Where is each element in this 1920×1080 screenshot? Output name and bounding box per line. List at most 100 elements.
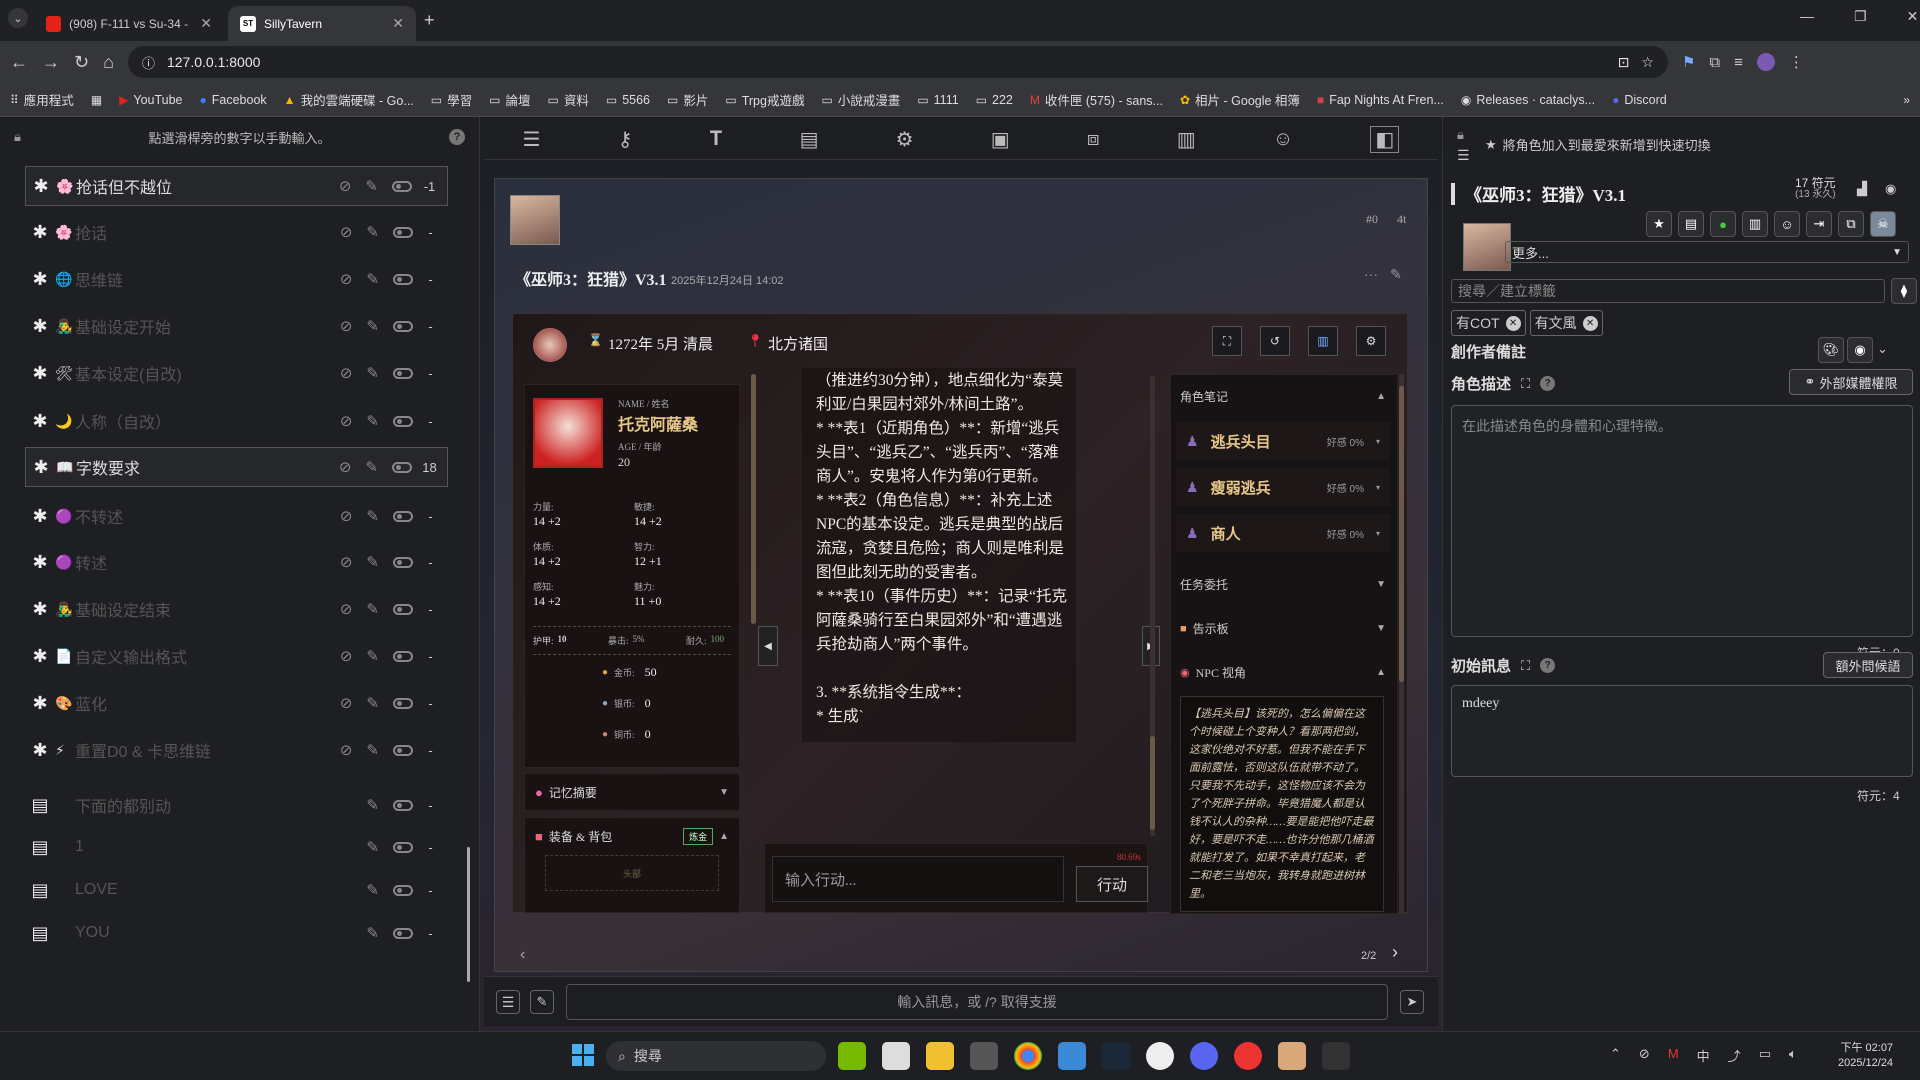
edit-pencil-icon[interactable]: ✎ bbox=[366, 600, 379, 618]
edit-pencil-icon[interactable]: ✎ bbox=[366, 881, 379, 899]
bookmark-grid[interactable]: ▦ bbox=[91, 93, 102, 107]
character-avatar[interactable] bbox=[510, 195, 560, 245]
expand-icon[interactable]: ⛶ bbox=[1521, 658, 1530, 674]
terminal-icon[interactable] bbox=[1322, 1042, 1350, 1070]
message-input[interactable]: 輸入訊息，或 /? 取得支援 bbox=[566, 984, 1388, 1020]
prompt-entry[interactable]: ✱ 🛠 基本设定(自改) ⊘ ✎ - bbox=[25, 353, 448, 393]
edit-pencil-icon[interactable]: ✎ bbox=[366, 223, 379, 241]
start-button[interactable] bbox=[572, 1044, 594, 1066]
edit-pencil-icon[interactable]: ✎ bbox=[365, 177, 378, 195]
scrollbar[interactable] bbox=[751, 374, 756, 624]
volume-icon[interactable]: 🔈︎ bbox=[1789, 1046, 1797, 1065]
prompt-entry[interactable]: ✱ 🎨 蓝化 ⊘ ✎ - bbox=[25, 683, 448, 723]
bookmarks-overflow[interactable]: » bbox=[1903, 93, 1910, 107]
sliders-icon[interactable]: ☰ bbox=[523, 127, 541, 152]
clock[interactable]: 下午 02:07 2025/12/24 bbox=[1838, 1041, 1893, 1071]
id-card-icon[interactable]: ▥ bbox=[1177, 127, 1196, 152]
book-icon[interactable]: ▤ bbox=[800, 127, 819, 152]
openai-icon[interactable] bbox=[1146, 1042, 1174, 1070]
input-mode-icon[interactable]: ⤴ bbox=[1728, 1046, 1741, 1065]
nvidia-icon[interactable] bbox=[838, 1042, 866, 1070]
edit-pencil-icon[interactable]: ✎ bbox=[366, 270, 379, 288]
delete-button[interactable]: ☠ bbox=[1870, 211, 1896, 237]
new-tab-button[interactable]: + bbox=[424, 10, 435, 31]
extensions-icon[interactable]: ⧉ bbox=[1709, 54, 1720, 71]
options-menu-icon[interactable]: ☰ bbox=[496, 990, 520, 1014]
toggle-switch[interactable] bbox=[393, 367, 413, 379]
news-icon[interactable] bbox=[882, 1042, 910, 1070]
bookmark-folder[interactable]: ▭ 學習 bbox=[431, 90, 472, 109]
eye-icon[interactable]: ◉ bbox=[1885, 181, 1896, 197]
help-icon[interactable]: ? bbox=[1540, 376, 1556, 391]
tag-icon[interactable]: ⧫ bbox=[1891, 278, 1917, 304]
tab-youtube[interactable]: (908) F-111 vs Su-34 - Cockpi ✕ bbox=[34, 6, 224, 41]
bookmark-star-icon[interactable]: ☆ bbox=[1641, 54, 1654, 71]
toggle-switch[interactable] bbox=[393, 799, 413, 811]
passport-button[interactable]: ▥ bbox=[1742, 211, 1768, 237]
swipe-left-icon[interactable]: ‹ bbox=[520, 946, 525, 964]
mail-icon[interactable]: M bbox=[1668, 1046, 1679, 1065]
close-icon[interactable]: ✕ bbox=[200, 15, 212, 32]
prompt-entry[interactable]: ✱ 🌸 抢话但不越位 ⊘ ✎ -1 bbox=[25, 166, 448, 206]
palette-icon[interactable]: 🎨︎ bbox=[1818, 337, 1844, 363]
edit-pencil-icon[interactable]: ✎ bbox=[366, 553, 379, 571]
bookmark-discord[interactable]: ● Discord bbox=[1612, 93, 1667, 107]
eye-slash-icon[interactable]: ⊘ bbox=[340, 647, 353, 665]
bookmark-photos[interactable]: ✿ 相片 - Google 相簿 bbox=[1180, 90, 1300, 109]
npc-view-header[interactable]: ◉ NPC 视角 ▲ bbox=[1180, 664, 1386, 681]
first-message-textarea[interactable]: mdeey bbox=[1451, 685, 1913, 777]
send-icon[interactable]: ➤ bbox=[1400, 990, 1424, 1014]
lock-icon[interactable]: 🔒︎ bbox=[14, 129, 21, 145]
eye-slash-icon[interactable]: ⊘ bbox=[340, 553, 353, 571]
entry-depth[interactable]: - bbox=[413, 798, 448, 813]
edit-pencil-icon[interactable]: ✎ bbox=[366, 741, 379, 759]
font-icon[interactable]: 𝐓 bbox=[710, 128, 723, 151]
refresh-button[interactable]: ↺ bbox=[1260, 326, 1290, 356]
scrollbar[interactable] bbox=[467, 847, 470, 982]
eye-slash-icon[interactable]: ⊘ bbox=[339, 177, 352, 195]
s-app-icon[interactable] bbox=[1234, 1042, 1262, 1070]
home-icon[interactable]: ⌂ bbox=[103, 52, 114, 73]
edit-pencil-icon[interactable]: ✎ bbox=[365, 458, 378, 476]
game-icon[interactable] bbox=[1278, 1042, 1306, 1070]
tag-search-input[interactable]: 搜尋／建立標籤 bbox=[1451, 279, 1885, 303]
photos-icon[interactable] bbox=[1058, 1042, 1086, 1070]
tab-sillytavern[interactable]: ST SillyTavern ✕ bbox=[228, 6, 416, 41]
restore-button[interactable]: ❐ bbox=[1854, 8, 1867, 25]
toggle-switch[interactable] bbox=[393, 603, 413, 615]
prompt-entry[interactable]: ✱ 🌙 人称（自改） ⊘ ✎ - bbox=[25, 401, 448, 441]
scrollbar-thumb[interactable] bbox=[1150, 736, 1155, 830]
npc-item[interactable]: ♟ 逃兵头目 好感 0% ▾ bbox=[1176, 422, 1390, 460]
eye-slash-icon[interactable]: ⊘ bbox=[340, 507, 353, 525]
media-icon[interactable]: ≡ bbox=[1734, 54, 1743, 71]
globe-button[interactable]: ● bbox=[1710, 211, 1736, 237]
board-header[interactable]: ■ 告示板 ▼ bbox=[1180, 620, 1386, 637]
tab-search-button[interactable]: ⌄ bbox=[8, 8, 28, 28]
entry-depth[interactable]: - bbox=[413, 319, 448, 334]
book-button[interactable]: ▤ bbox=[1678, 211, 1704, 237]
toggle-switch[interactable] bbox=[393, 510, 413, 522]
prompt-entry[interactable]: ✱ 📖 字数要求 ⊘ ✎ 18 bbox=[25, 447, 448, 487]
toggle-switch[interactable] bbox=[393, 226, 413, 238]
install-app-icon[interactable]: ⊡ bbox=[1618, 54, 1630, 71]
taskbar-search[interactable]: ⌕ 搜尋 bbox=[606, 1041, 826, 1071]
eye-slash-icon[interactable]: ⊘ bbox=[340, 741, 353, 759]
bookmark-folder[interactable]: ▭ Trpg戒遊戲 bbox=[725, 90, 804, 109]
eye-slash-icon[interactable]: ⊘ bbox=[340, 223, 353, 241]
toggle-switch[interactable] bbox=[393, 841, 413, 853]
toggle-switch[interactable] bbox=[393, 744, 413, 756]
bookmark-folder[interactable]: ▭ 小說戒漫畫 bbox=[821, 90, 900, 109]
chevron-down-icon[interactable]: ⌄ bbox=[1877, 341, 1888, 357]
monitor-icon[interactable]: ▭ bbox=[1759, 1046, 1771, 1065]
file-explorer-icon[interactable] bbox=[926, 1042, 954, 1070]
close-window-button[interactable]: ✕ bbox=[1907, 8, 1919, 25]
npc-item[interactable]: ♟ 商人 好感 0% ▾ bbox=[1176, 514, 1390, 552]
chart-icon[interactable]: ▟ bbox=[1857, 181, 1867, 197]
user-cog-icon[interactable]: ⚙ bbox=[896, 127, 914, 152]
bookmark-drive[interactable]: ▲ 我的雲端硬碟 - Go... bbox=[284, 90, 414, 109]
eye-slash-icon[interactable]: ⊘ bbox=[340, 600, 353, 618]
toggle-switch[interactable] bbox=[392, 180, 412, 192]
back-icon[interactable]: ← bbox=[10, 52, 28, 73]
chevron-up-icon[interactable]: ⌃ bbox=[1610, 1046, 1621, 1065]
favorite-button[interactable]: ★ bbox=[1646, 211, 1672, 237]
